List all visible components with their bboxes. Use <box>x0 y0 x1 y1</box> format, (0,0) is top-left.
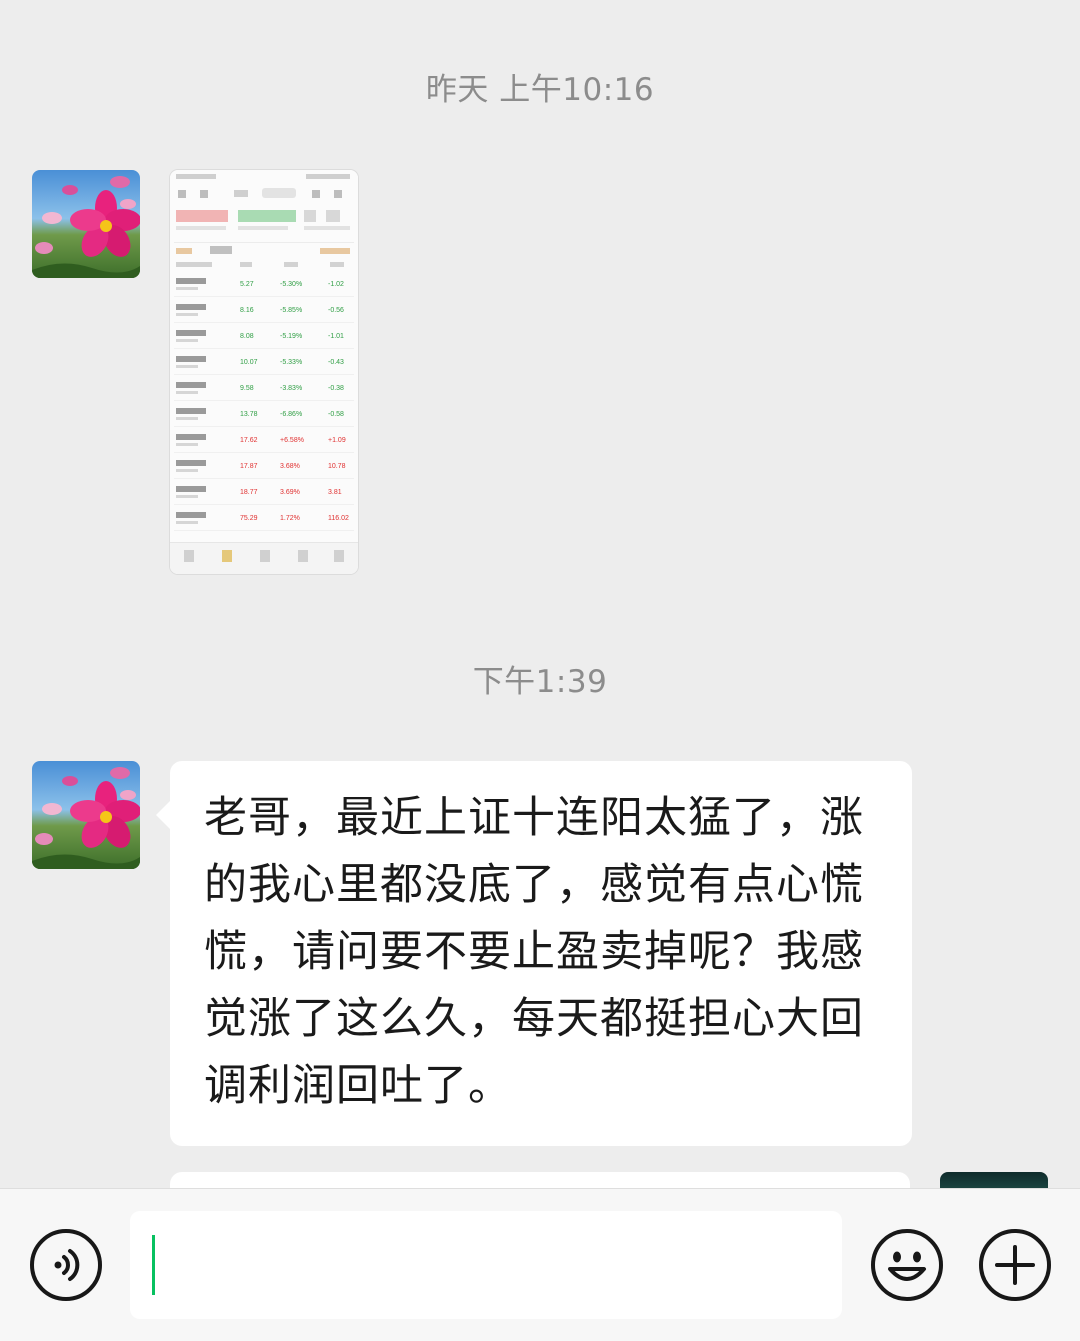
thumb-stock-v1: 18.77 <box>240 489 258 496</box>
text-caret <box>152 1235 155 1295</box>
thumb-stock-v3: 10.78 <box>328 463 346 470</box>
thumb-stock-v3: -0.58 <box>328 411 344 418</box>
thumb-stock-name <box>176 356 206 362</box>
thumb-stock-v2: 3.69% <box>280 489 300 496</box>
thumb-stock-name <box>176 382 206 388</box>
thumb-stock-v3: -1.01 <box>328 333 344 340</box>
thumb-stock-name <box>176 304 206 310</box>
thumb-stock-v2: -5.19% <box>280 333 302 340</box>
thumb-stock-v1: 9.58 <box>240 385 254 392</box>
more-button[interactable] <box>979 1229 1051 1301</box>
thumb-stock-v2: -3.83% <box>280 385 302 392</box>
thumb-stock-v3: -0.56 <box>328 307 344 314</box>
thumb-stock-name <box>176 434 206 440</box>
thumb-stock-v3: 116.02 <box>328 515 349 522</box>
text-message-bubble[interactable]: 老哥，最近上证十连阳太猛了，涨的我心里都没底了，感觉有点心慌慌，请问要不要止盈卖… <box>156 761 912 1146</box>
thumb-stock-v3: +1.09 <box>328 437 346 444</box>
thumb-stock-v1: 17.87 <box>240 463 258 470</box>
thumb-stock-code <box>176 521 198 524</box>
thumb-stock-code <box>176 495 198 498</box>
thumb-stock-name <box>176 408 206 414</box>
thumb-stock-v3: 3.81 <box>328 489 342 496</box>
thumb-row-divider <box>174 426 354 427</box>
contact-avatar[interactable] <box>32 170 140 278</box>
thumb-stock-code <box>176 365 198 368</box>
thumb-row-divider <box>174 478 354 479</box>
image-message[interactable]: 5.27 -5.30% -1.02 8.16 -5.85% -0.56 8.08 -5.19%… <box>170 170 358 574</box>
thumb-row-divider <box>174 452 354 453</box>
thumb-stock-v2: 3.68% <box>280 463 300 470</box>
thumb-stock-name <box>176 460 206 466</box>
message-text: 老哥，最近上证十连阳太猛了，涨的我心里都没底了，感觉有点心慌慌，请问要不要止盈卖… <box>204 793 864 1111</box>
thumb-row-divider <box>174 296 354 297</box>
chat-input-bar <box>0 1188 1080 1341</box>
thumb-stock-name <box>176 486 206 492</box>
thumb-stock-v1: 8.16 <box>240 307 254 314</box>
thumb-stock-name <box>176 512 206 518</box>
emoji-icon <box>888 1251 926 1281</box>
thumb-stock-v2: -5.33% <box>280 359 302 366</box>
thumb-stock-code <box>176 313 198 316</box>
thumb-stock-code <box>176 417 198 420</box>
thumb-stock-code <box>176 339 198 342</box>
thumb-stock-v3: -0.43 <box>328 359 344 366</box>
thumb-stock-v3: -1.02 <box>328 281 344 288</box>
thumb-stock-code <box>176 391 198 394</box>
thumb-stock-v2: -6.86% <box>280 411 302 418</box>
thumb-row-divider <box>174 530 354 531</box>
thumb-stock-v1: 8.08 <box>240 333 254 340</box>
timestamp: 昨天 上午10:16 <box>425 72 655 108</box>
thumb-stock-code <box>176 443 198 446</box>
flower-avatar-image <box>32 761 140 869</box>
thumb-row-divider <box>174 374 354 375</box>
timestamp: 下午1:39 <box>472 664 608 700</box>
thumb-stock-name <box>176 330 206 336</box>
voice-button[interactable] <box>30 1229 102 1301</box>
thumb-row-divider <box>174 400 354 401</box>
thumb-stock-v2: -5.30% <box>280 281 302 288</box>
flower-avatar-image <box>32 170 140 278</box>
thumb-stock-v1: 75.29 <box>240 515 258 522</box>
thumb-stock-code <box>176 287 198 290</box>
emoji-button[interactable] <box>871 1229 943 1301</box>
thumb-stock-v1: 17.62 <box>240 437 258 444</box>
contact-avatar[interactable] <box>32 761 140 869</box>
thumb-row-divider <box>174 348 354 349</box>
thumb-stock-v2: -5.85% <box>280 307 302 314</box>
thumb-stock-v2: 1.72% <box>280 515 300 522</box>
thumb-stock-v1: 10.07 <box>240 359 258 366</box>
thumb-row-divider <box>174 504 354 505</box>
thumb-stock-name <box>176 278 206 284</box>
thumb-stock-v2: +6.58% <box>280 437 304 444</box>
thumb-stock-v3: -0.38 <box>328 385 344 392</box>
message-input[interactable] <box>130 1211 842 1319</box>
plus-icon <box>995 1245 1035 1285</box>
thumb-stock-v1: 5.27 <box>240 281 254 288</box>
stock-screenshot-thumbnail: 5.27 -5.30% -1.02 8.16 -5.85% -0.56 8.08 -5.19%… <box>170 170 358 574</box>
thumb-row-divider <box>174 322 354 323</box>
voice-icon <box>54 1249 80 1281</box>
thumb-stock-code <box>176 469 198 472</box>
thumb-stock-v1: 13.78 <box>240 411 258 418</box>
